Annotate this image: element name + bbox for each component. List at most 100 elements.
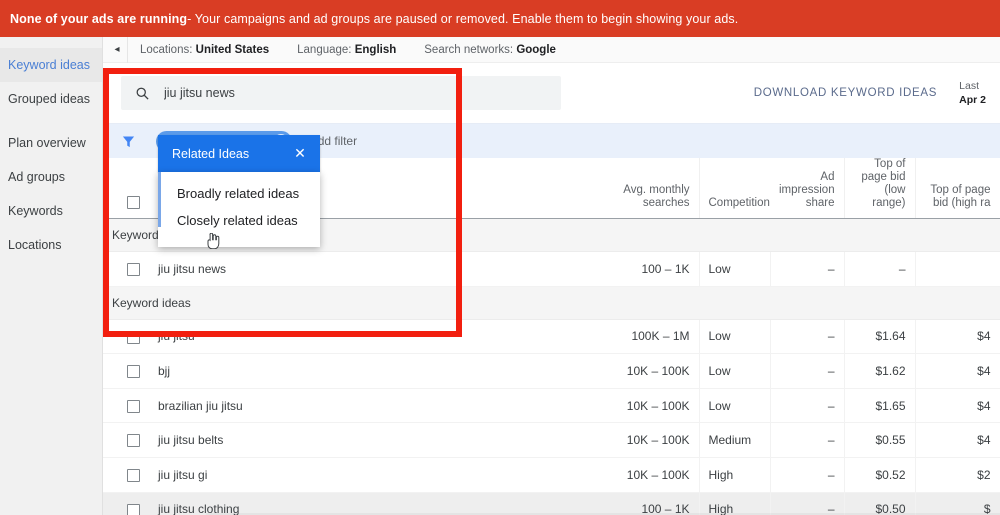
cell-bid-low: $0.55	[844, 422, 916, 458]
group-filler	[770, 218, 844, 252]
table-row[interactable]: bjj 10K – 100K Low – $1.62 $4	[103, 353, 1000, 389]
alert-description: - Your campaigns and ad groups are pause…	[187, 11, 739, 26]
column-header-top-of-page-bid-low[interactable]: Top of page bid (low range)	[844, 158, 916, 219]
sidebar-item-grouped-ideas[interactable]: Grouped ideas	[0, 82, 102, 116]
related-ideas-dropdown-menu: Broadly related ideas Closely related id…	[158, 172, 320, 250]
group-filler	[915, 286, 1000, 320]
language-value: English	[354, 43, 397, 56]
sidebar-item-locations[interactable]: Locations	[0, 228, 102, 262]
language-setting[interactable]: Language: English	[297, 44, 396, 56]
last-modified-info: Last Apr 2	[959, 79, 986, 107]
table-row[interactable]: jiu jitsu 100K – 1M Low – $1.64 $4	[103, 319, 1000, 355]
column-header-ad-impression-share[interactable]: Ad impression share	[770, 158, 845, 219]
group-filler	[770, 286, 844, 320]
cell-keyword: bjj	[149, 353, 567, 389]
cell-keyword: jiu jitsu clothing	[149, 492, 567, 515]
related-ideas-dropdown-header[interactable]: Related Ideas ✕	[158, 135, 320, 172]
cell-keyword: brazilian jiu jitsu	[149, 388, 567, 424]
row-checkbox[interactable]	[127, 330, 140, 344]
sidebar-item-keyword-ideas[interactable]: Keyword ideas	[0, 48, 102, 82]
select-all-header[interactable]	[103, 158, 149, 219]
menu-item-closely-related-ideas[interactable]: Closely related ideas	[158, 207, 320, 234]
group-label: Keyword ideas	[103, 286, 567, 320]
sidebar-item-label: Ad groups	[8, 170, 65, 184]
divider	[127, 36, 128, 63]
alert-headline: None of your ads are running	[10, 11, 188, 26]
ads-not-running-alert: None of your ads are running - Your camp…	[0, 0, 1000, 37]
menu-item-label: Closely related ideas	[177, 213, 298, 228]
table-row[interactable]: jiu jitsu gi 10K – 100K High – $0.52 $2	[103, 457, 1000, 493]
sidebar-item-ad-groups[interactable]: Ad groups	[0, 160, 102, 194]
row-checkbox-cell[interactable]	[103, 492, 149, 515]
cell-bid-low: $1.62	[844, 353, 916, 389]
locations-value: United States	[195, 43, 270, 56]
row-checkbox[interactable]	[127, 434, 140, 448]
cell-avg-monthly-searches: 10K – 100K	[567, 422, 700, 458]
close-icon[interactable]: ✕	[289, 143, 311, 165]
cell-competition: Low	[699, 319, 771, 355]
menu-item-label: Broadly related ideas	[177, 186, 300, 201]
search-input[interactable]	[164, 86, 504, 100]
column-header-competition[interactable]: Competition	[699, 158, 770, 219]
download-keyword-ideas-button[interactable]: DOWNLOAD KEYWORD IDEAS	[754, 87, 937, 99]
table-row[interactable]: jiu jitsu news 100 – 1K Low – –	[103, 251, 1000, 287]
group-filler	[699, 218, 770, 252]
cell-ad-impression-share: –	[770, 457, 845, 493]
sidebar-item-label: Keywords	[8, 204, 63, 218]
cell-bid-high	[915, 251, 1000, 287]
menu-item-broadly-related-ideas[interactable]: Broadly related ideas	[158, 180, 320, 207]
sidebar-item-label: Plan overview	[8, 136, 86, 150]
locations-setting[interactable]: Locations: United States	[140, 44, 269, 56]
cell-keyword: jiu jitsu belts	[149, 422, 567, 458]
cell-avg-monthly-searches: 10K – 100K	[567, 457, 700, 493]
search-icon	[135, 86, 150, 101]
table-row[interactable]: jiu jitsu belts 10K – 100K Medium – $0.5…	[103, 422, 1000, 458]
cell-keyword: jiu jitsu	[149, 319, 567, 355]
menu-accent-bar	[158, 172, 161, 227]
row-checkbox-cell[interactable]	[103, 319, 149, 355]
cell-competition: Medium	[699, 422, 771, 458]
cell-competition: Low	[699, 251, 771, 287]
row-checkbox[interactable]	[127, 399, 140, 413]
cell-avg-monthly-searches: 100K – 1M	[567, 319, 700, 355]
cell-avg-monthly-searches: 10K – 100K	[567, 353, 700, 389]
sidebar-item-plan-overview[interactable]: Plan overview	[0, 126, 102, 160]
related-ideas-dropdown-title: Related Ideas	[172, 146, 250, 161]
chevron-left-icon[interactable]: ◂	[107, 37, 127, 63]
group-filler	[915, 218, 1000, 252]
cell-bid-high: $4	[915, 353, 1000, 389]
row-checkbox[interactable]	[127, 503, 140, 515]
filter-funnel-icon[interactable]	[121, 134, 136, 149]
row-checkbox-cell[interactable]	[103, 251, 149, 287]
table-row[interactable]: brazilian jiu jitsu 10K – 100K Low – $1.…	[103, 388, 1000, 424]
column-header-avg-monthly-searches[interactable]: Avg. monthly searches	[567, 158, 700, 219]
cell-competition: Low	[699, 353, 771, 389]
row-checkbox-cell[interactable]	[103, 422, 149, 458]
row-checkbox[interactable]	[127, 262, 140, 276]
keyword-search-box[interactable]	[121, 76, 561, 110]
row-checkbox[interactable]	[127, 365, 140, 379]
row-checkbox-cell[interactable]	[103, 388, 149, 424]
cell-avg-monthly-searches: 100 – 1K	[567, 492, 700, 515]
cell-avg-monthly-searches: 10K – 100K	[567, 388, 700, 424]
row-checkbox[interactable]	[127, 468, 140, 482]
language-label: Language:	[297, 43, 352, 56]
row-checkbox-cell[interactable]	[103, 457, 149, 493]
table-row[interactable]: jiu jitsu clothing 100 – 1K High – $0.50…	[103, 492, 1000, 515]
pointing-hand-cursor	[206, 232, 220, 252]
column-header-top-of-page-bid-high[interactable]: Top of page bid (high ra	[915, 158, 1000, 219]
sidebar-item-keywords[interactable]: Keywords	[0, 194, 102, 228]
cell-bid-high: $4	[915, 319, 1000, 355]
cell-bid-low: $0.52	[844, 457, 916, 493]
cell-ad-impression-share: –	[770, 388, 845, 424]
networks-value: Google	[516, 43, 556, 56]
cell-bid-low: –	[844, 251, 916, 287]
cell-bid-high: $2	[915, 457, 1000, 493]
select-all-checkbox[interactable]	[127, 196, 140, 210]
cell-ad-impression-share: –	[770, 251, 845, 287]
cell-avg-monthly-searches: 100 – 1K	[567, 251, 700, 287]
search-networks-setting[interactable]: Search networks: Google	[424, 44, 556, 56]
row-checkbox-cell[interactable]	[103, 353, 149, 389]
group-header-row-ideas: Keyword ideas	[103, 286, 1000, 320]
cell-bid-low: $1.64	[844, 319, 916, 355]
